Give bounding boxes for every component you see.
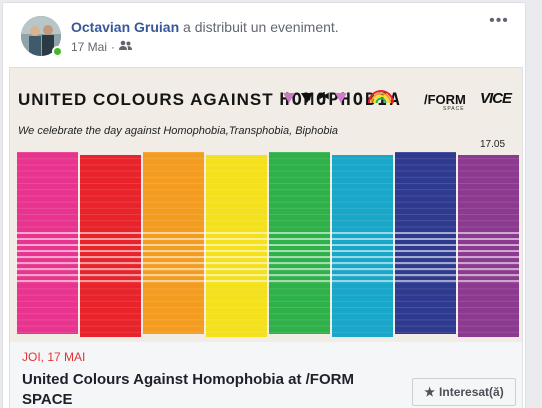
texture-line bbox=[16, 288, 520, 290]
texture-line bbox=[16, 313, 520, 315]
pink-triangle-icon bbox=[283, 93, 295, 103]
texture-line bbox=[16, 263, 520, 265]
friends-icon[interactable] bbox=[119, 40, 133, 54]
event-cover-image[interactable]: UNITED COLOURS AGAINST HOMOPHOBIA /FORM … bbox=[10, 68, 522, 342]
online-status-indicator bbox=[52, 46, 63, 57]
texture-line bbox=[16, 269, 520, 271]
banner-title-part1: UNITED COLOURS AGAINST bbox=[18, 90, 280, 109]
banner-date: 17.05 bbox=[480, 139, 506, 150]
texture-line bbox=[16, 300, 520, 302]
more-options-icon[interactable]: ••• bbox=[489, 13, 509, 32]
texture-line bbox=[16, 331, 520, 333]
post-timestamp[interactable]: 17 Mai bbox=[71, 40, 107, 54]
texture-line bbox=[16, 207, 520, 209]
weave-band bbox=[16, 268, 520, 270]
event-info: JOI, 17 MAI United Colours Against Homop… bbox=[10, 342, 522, 408]
event-date: JOI, 17 MAI bbox=[22, 350, 86, 364]
texture-line bbox=[16, 226, 520, 228]
form-space-logo: /FORM bbox=[424, 92, 466, 107]
rainbow-stripe bbox=[17, 152, 78, 334]
labrys-icon bbox=[319, 92, 329, 104]
texture-line bbox=[16, 189, 520, 191]
event-title-link[interactable]: United Colours Against Homophobia at /FO… bbox=[22, 370, 402, 408]
texture-line bbox=[16, 195, 520, 197]
vice-logo: VICE bbox=[480, 90, 512, 107]
texture-line bbox=[16, 251, 520, 253]
post-action-text: a distribuit un eveniment. bbox=[183, 19, 339, 35]
texture-line bbox=[16, 238, 520, 240]
rainbow-stripe bbox=[143, 152, 204, 334]
texture-line bbox=[16, 164, 520, 166]
weave-band bbox=[16, 280, 520, 282]
interested-label: Interesat(ă) bbox=[439, 385, 504, 399]
post-meta: 17 Mai · bbox=[71, 40, 133, 54]
gender-symbols bbox=[283, 92, 347, 104]
texture-line bbox=[16, 214, 520, 215]
banner-subtitle: We celebrate the day against Homophobia,… bbox=[18, 125, 339, 137]
texture-line bbox=[16, 307, 520, 308]
rainbow-icon bbox=[368, 90, 394, 104]
post-author-line: Octavian Gruian a distribuit un evenimen… bbox=[71, 19, 339, 35]
texture-line bbox=[16, 176, 520, 178]
texture-line bbox=[16, 201, 520, 203]
weave-band bbox=[16, 274, 520, 276]
texture-line bbox=[16, 170, 520, 172]
texture-line bbox=[16, 183, 520, 184]
texture-line bbox=[16, 319, 520, 321]
texture-line bbox=[16, 276, 520, 277]
interested-button[interactable]: ★ Interesat(ă) bbox=[412, 378, 516, 406]
texture-line bbox=[16, 220, 520, 222]
purple-triangle-icon bbox=[335, 93, 347, 103]
black-triangle-icon bbox=[301, 93, 313, 103]
texture-line bbox=[16, 152, 520, 153]
form-space-logo-sub: SPACE bbox=[443, 106, 465, 112]
texture-line bbox=[16, 158, 520, 160]
texture-line bbox=[16, 257, 520, 259]
shared-event-post: Octavian Gruian a distribuit un evenimen… bbox=[2, 2, 526, 408]
star-icon: ★ bbox=[424, 385, 436, 399]
texture-line bbox=[16, 232, 520, 234]
rainbow-stripes-artwork bbox=[16, 152, 520, 337]
author-name-link[interactable]: Octavian Gruian bbox=[71, 19, 179, 35]
texture-line bbox=[16, 325, 520, 327]
texture-line bbox=[16, 245, 520, 246]
event-card[interactable]: UNITED COLOURS AGAINST HOMOPHOBIA /FORM … bbox=[9, 67, 523, 408]
rainbow-stripe bbox=[269, 152, 330, 334]
texture-line bbox=[16, 294, 520, 296]
texture-line bbox=[16, 282, 520, 284]
meta-separator: · bbox=[111, 40, 116, 54]
post-header: Octavian Gruian a distribuit un evenimen… bbox=[21, 13, 511, 60]
rainbow-stripe bbox=[395, 152, 456, 334]
